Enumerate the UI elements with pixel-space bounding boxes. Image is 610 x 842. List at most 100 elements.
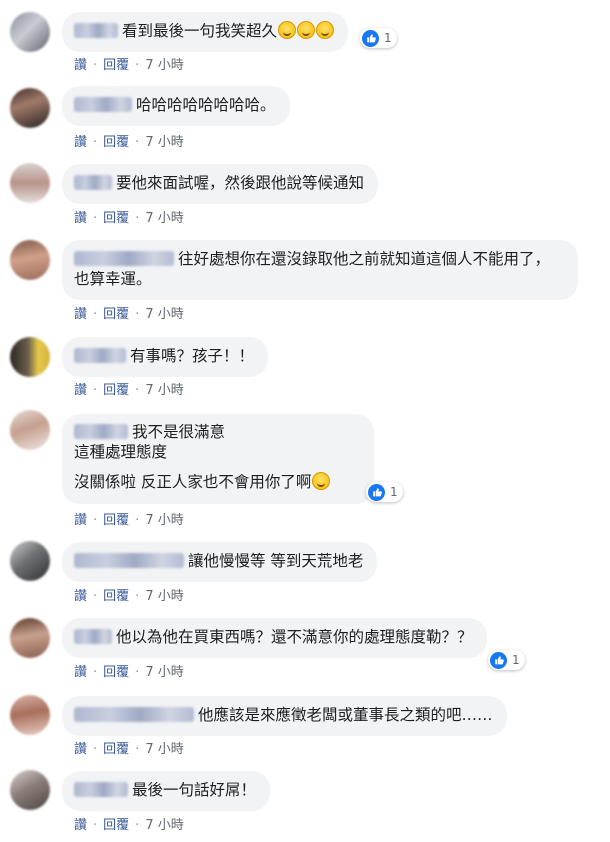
comment-bubble: 看到最後一句我笑超久 bbox=[62, 12, 349, 52]
separator: · bbox=[93, 818, 98, 833]
avatar[interactable] bbox=[10, 88, 50, 128]
reply-link[interactable]: 回覆 bbox=[103, 585, 129, 604]
like-link[interactable]: 讚 bbox=[74, 814, 87, 833]
like-link[interactable]: 讚 bbox=[74, 54, 87, 73]
separator: · bbox=[93, 589, 98, 604]
reply-link[interactable]: 回覆 bbox=[103, 379, 129, 398]
comment-text: 有事嗎？孩子！！ bbox=[130, 347, 255, 365]
grinning-face-emoji bbox=[316, 21, 335, 39]
comment-text: 沒關係啦 反正人家也不會用你了啊 bbox=[74, 473, 312, 491]
comment-text: 最後一句話好屌！ bbox=[132, 781, 257, 799]
like-link[interactable]: 讚 bbox=[74, 661, 87, 680]
timestamp-link[interactable]: 7 小時 bbox=[145, 509, 183, 528]
separator: · bbox=[93, 665, 98, 680]
comment-actions: 讚 · 回覆 · 7 小時 bbox=[74, 738, 184, 757]
comment-actions: 讚 · 回覆 · 7 小時 bbox=[74, 814, 184, 833]
separator: · bbox=[93, 307, 98, 322]
separator: · bbox=[135, 383, 140, 398]
reaction-count[interactable]: 1 bbox=[366, 482, 403, 502]
comment-bubble: 他應該是來應徵老闆或董事長之類的吧…… bbox=[62, 696, 507, 736]
like-link[interactable]: 讚 bbox=[74, 303, 87, 322]
comment-text: 這種處理態度 bbox=[74, 443, 168, 461]
avatar[interactable] bbox=[10, 337, 50, 377]
separator: · bbox=[135, 818, 140, 833]
reaction-number: 1 bbox=[390, 485, 398, 499]
reply-link[interactable]: 回覆 bbox=[103, 814, 129, 833]
comment-actions: 讚 · 回覆 · 7 小時 bbox=[74, 661, 184, 680]
timestamp-link[interactable]: 7 小時 bbox=[145, 661, 183, 680]
timestamp-link[interactable]: 7 小時 bbox=[145, 738, 183, 757]
separator: · bbox=[135, 211, 140, 226]
commenter-name[interactable] bbox=[74, 782, 128, 797]
separator: · bbox=[93, 513, 98, 528]
commenter-name[interactable] bbox=[74, 348, 126, 363]
comment-text: 要他來面試喔，然後跟他說等候通知 bbox=[116, 174, 365, 192]
comment-text: 讓他慢慢等 等到天荒地老 bbox=[188, 552, 364, 570]
avatar[interactable] bbox=[10, 163, 50, 203]
reply-link[interactable]: 回覆 bbox=[103, 738, 129, 757]
comment-bubble: 往好處想你在還沒錄取他之前就知道這個人不能用了，也算幸運。 bbox=[62, 240, 578, 300]
commenter-name[interactable] bbox=[74, 97, 132, 112]
comment-actions: 讚 · 回覆 · 7 小時 bbox=[74, 54, 184, 73]
commenter-name[interactable] bbox=[74, 629, 112, 644]
like-icon bbox=[490, 651, 507, 669]
reply-link[interactable]: 回覆 bbox=[103, 661, 129, 680]
separator: · bbox=[135, 307, 140, 322]
reply-link[interactable]: 回覆 bbox=[103, 131, 129, 150]
avatar[interactable] bbox=[10, 12, 50, 52]
commenter-name[interactable] bbox=[74, 251, 174, 266]
commenter-name[interactable] bbox=[74, 175, 112, 190]
comment-actions: 讚 · 回覆 · 7 小時 bbox=[74, 585, 184, 604]
reaction-count[interactable]: 1 bbox=[488, 650, 525, 670]
like-link[interactable]: 讚 bbox=[74, 131, 87, 150]
comment-actions: 讚 · 回覆 · 7 小時 bbox=[74, 303, 184, 322]
avatar[interactable] bbox=[10, 770, 50, 810]
separator: · bbox=[93, 58, 98, 73]
separator: · bbox=[93, 135, 98, 150]
comment-text: 他應該是來應徵老闆或董事長之類的吧…… bbox=[198, 706, 493, 724]
reaction-count[interactable]: 1 bbox=[360, 28, 397, 48]
separator: · bbox=[93, 383, 98, 398]
like-link[interactable]: 讚 bbox=[74, 585, 87, 604]
avatar[interactable] bbox=[10, 410, 50, 450]
commenter-name[interactable] bbox=[74, 707, 194, 722]
reply-link[interactable]: 回覆 bbox=[103, 303, 129, 322]
like-icon bbox=[368, 483, 385, 501]
like-link[interactable]: 讚 bbox=[74, 379, 87, 398]
reply-link[interactable]: 回覆 bbox=[103, 207, 129, 226]
avatar[interactable] bbox=[10, 240, 50, 280]
avatar[interactable] bbox=[10, 618, 50, 658]
comment-text: 看到最後一句我笑超久 bbox=[122, 22, 278, 40]
like-link[interactable]: 讚 bbox=[74, 738, 87, 757]
comment-bubble: 哈哈哈哈哈哈哈哈。 bbox=[62, 86, 290, 126]
separator: · bbox=[93, 211, 98, 226]
timestamp-link[interactable]: 7 小時 bbox=[145, 131, 183, 150]
timestamp-link[interactable]: 7 小時 bbox=[145, 54, 183, 73]
separator: · bbox=[135, 742, 140, 757]
comment-text: 我不是很滿意 bbox=[132, 423, 226, 441]
commenter-name[interactable] bbox=[74, 553, 184, 568]
like-link[interactable]: 讚 bbox=[74, 207, 87, 226]
comment-actions: 讚 · 回覆 · 7 小時 bbox=[74, 379, 184, 398]
comment-actions: 讚 · 回覆 · 7 小時 bbox=[74, 509, 184, 528]
reply-link[interactable]: 回覆 bbox=[103, 54, 129, 73]
avatar[interactable] bbox=[10, 541, 50, 581]
avatar[interactable] bbox=[10, 695, 50, 735]
comment-text: 哈哈哈哈哈哈哈哈。 bbox=[136, 96, 276, 114]
reply-link[interactable]: 回覆 bbox=[103, 509, 129, 528]
commenter-name[interactable] bbox=[74, 424, 128, 439]
timestamp-link[interactable]: 7 小時 bbox=[145, 207, 183, 226]
comment-bubble: 最後一句話好屌！ bbox=[62, 771, 271, 811]
separator: · bbox=[135, 58, 140, 73]
timestamp-link[interactable]: 7 小時 bbox=[145, 585, 183, 604]
separator: · bbox=[135, 665, 140, 680]
timestamp-link[interactable]: 7 小時 bbox=[145, 379, 183, 398]
commenter-name[interactable] bbox=[74, 23, 118, 38]
comment-bubble: 他以為他在買東西嗎？還不滿意你的處理態度勒？？ bbox=[62, 618, 487, 658]
timestamp-link[interactable]: 7 小時 bbox=[145, 303, 183, 322]
timestamp-link[interactable]: 7 小時 bbox=[145, 814, 183, 833]
grinning-face-emoji bbox=[278, 21, 297, 39]
smiling-face-emoji bbox=[312, 472, 331, 490]
like-link[interactable]: 讚 bbox=[74, 509, 87, 528]
reaction-number: 1 bbox=[512, 653, 520, 667]
